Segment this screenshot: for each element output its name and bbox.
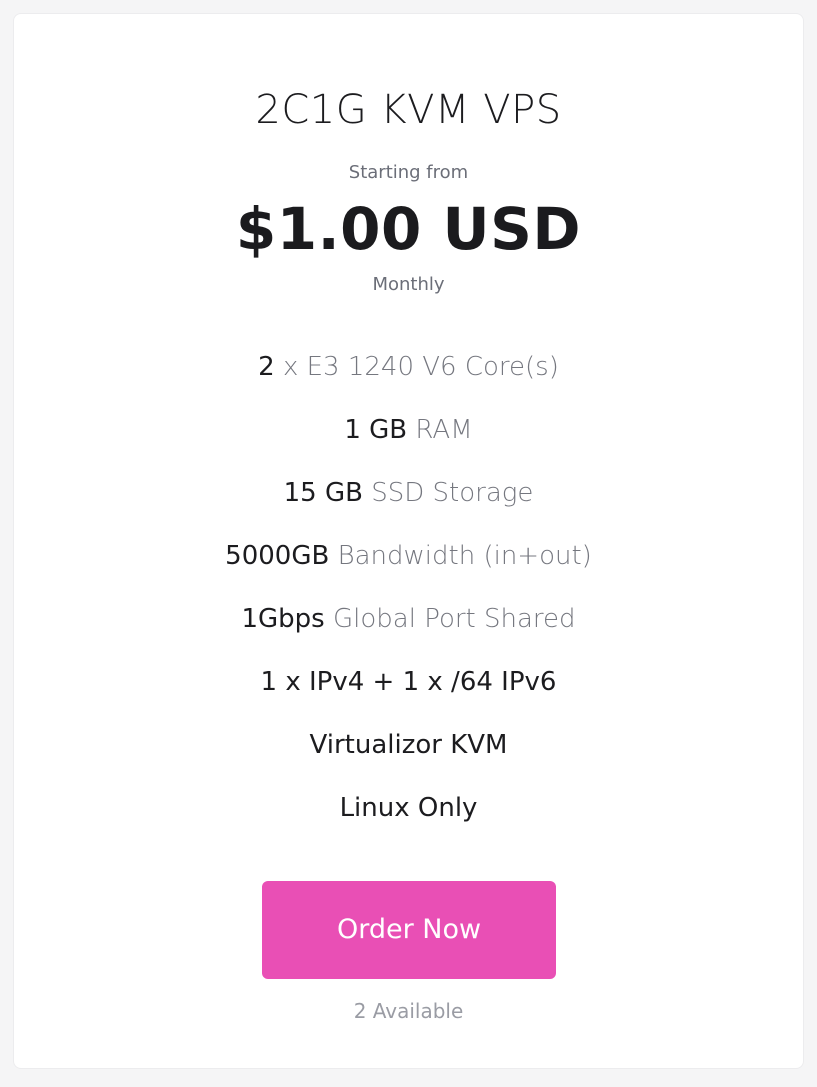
- feature-label: SSD Storage: [371, 478, 534, 508]
- price: $1.00 USD: [235, 195, 582, 263]
- feature-storage: 15 GB SSD Storage: [14, 475, 803, 538]
- availability-count: 2 Available: [353, 999, 464, 1023]
- billing-cycle: Monthly: [372, 274, 445, 295]
- feature-virtualization: Virtualizor KVM: [14, 727, 803, 790]
- feature-ram: 1 GB RAM: [14, 412, 803, 475]
- feature-label: Bandwidth (in+out): [337, 541, 592, 571]
- feature-value: 2: [258, 352, 275, 382]
- starting-from-label: Starting from: [348, 162, 469, 183]
- feature-list: 2 x E3 1240 V6 Core(s) 1 GB RAM 15 GB SS…: [14, 349, 803, 853]
- feature-ip: 1 x IPv4 + 1 x /64 IPv6: [14, 664, 803, 727]
- feature-value: 5000GB: [225, 541, 330, 571]
- feature-value: 15 GB: [283, 478, 363, 508]
- feature-cpu: 2 x E3 1240 V6 Core(s): [14, 349, 803, 412]
- feature-os: Linux Only: [14, 790, 803, 853]
- feature-value: Linux Only: [339, 793, 478, 823]
- pricing-card: 2C1G KVM VPS Starting from $1.00 USD Mon…: [13, 13, 804, 1069]
- feature-port: 1Gbps Global Port Shared: [14, 601, 803, 664]
- feature-value: 1Gbps: [241, 604, 325, 634]
- feature-label: x E3 1240 V6 Core(s): [282, 352, 559, 382]
- feature-bandwidth: 5000GB Bandwidth (in+out): [14, 538, 803, 601]
- order-now-button[interactable]: Order Now: [262, 881, 556, 979]
- feature-value: 1 x IPv4 + 1 x /64 IPv6: [260, 667, 557, 697]
- feature-value: 1 GB: [344, 415, 408, 445]
- feature-label: RAM: [415, 415, 473, 445]
- feature-label: Global Port Shared: [332, 604, 576, 634]
- feature-value: Virtualizor KVM: [309, 730, 508, 760]
- product-title: 2C1G KVM VPS: [255, 87, 562, 133]
